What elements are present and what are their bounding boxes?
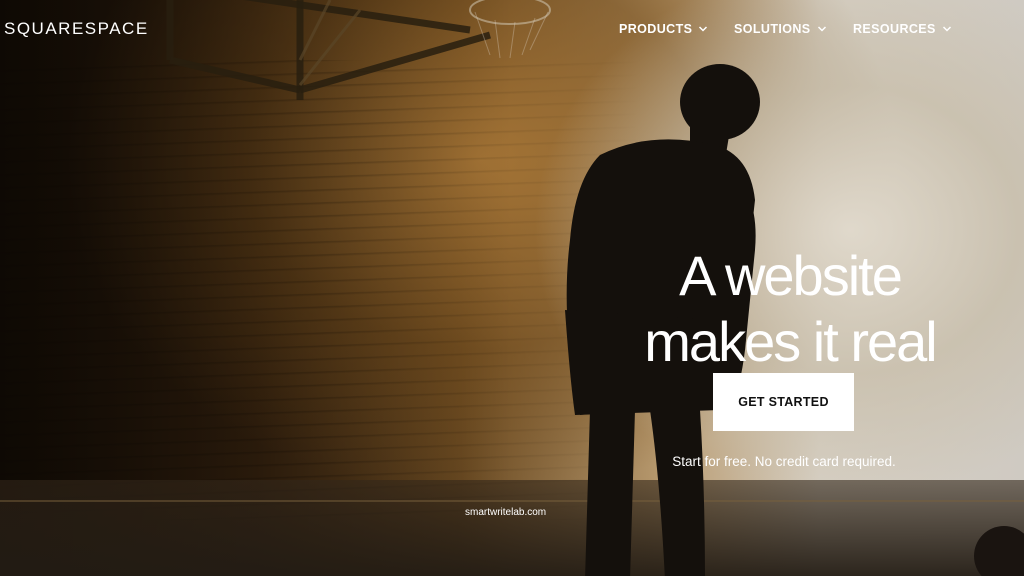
- cta-subtext: Start for free. No credit card required.: [672, 454, 896, 469]
- hero-section: SQUARESPACE PRODUCTS SOLUTIONS RESOURCES: [0, 0, 1024, 576]
- floor-line: [0, 500, 1024, 502]
- headline-line-1: A website: [679, 243, 903, 307]
- chevron-down-icon: [699, 26, 708, 32]
- headline-line-2: makes it real: [644, 309, 937, 373]
- top-navigation: SQUARESPACE PRODUCTS SOLUTIONS RESOURCES: [0, 0, 1024, 58]
- nav-item-products[interactable]: PRODUCTS: [619, 21, 734, 37]
- nav-item-label: SOLUTIONS: [734, 22, 811, 36]
- nav-item-label: RESOURCES: [853, 22, 936, 36]
- nav-menu: PRODUCTS SOLUTIONS RESOURCES: [619, 21, 952, 37]
- get-started-button[interactable]: GET STARTED: [713, 373, 854, 431]
- chevron-down-icon: [942, 26, 951, 32]
- nav-item-solutions[interactable]: SOLUTIONS: [734, 21, 853, 37]
- squarespace-logo[interactable]: SQUARESPACE: [4, 19, 149, 39]
- hero-headline: A website makes it real: [600, 243, 980, 375]
- nav-item-label: PRODUCTS: [619, 22, 693, 36]
- chevron-down-icon: [817, 26, 826, 32]
- watermark-text: smartwritelab.com: [465, 507, 547, 518]
- nav-item-resources[interactable]: RESOURCES: [853, 21, 952, 37]
- gym-floor: [0, 480, 1024, 576]
